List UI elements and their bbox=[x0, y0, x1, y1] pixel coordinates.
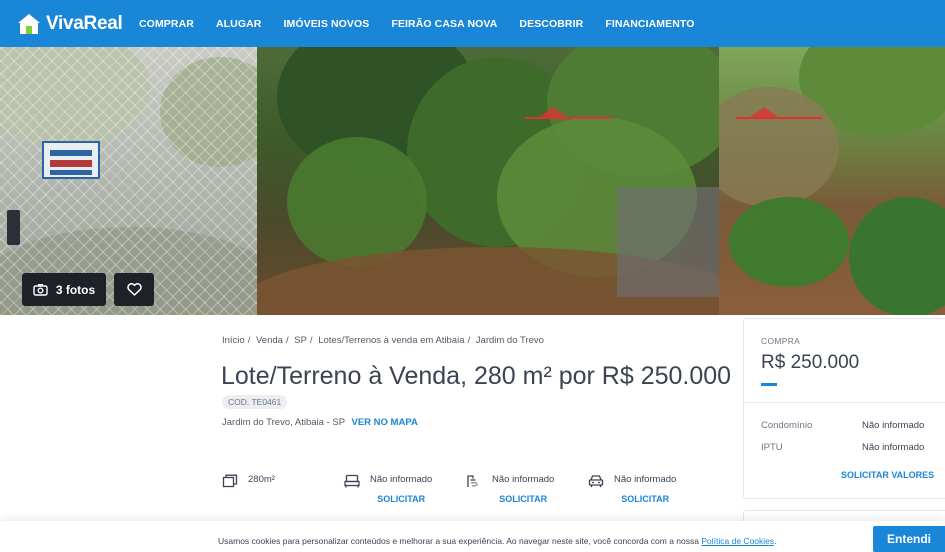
nav-descobrir[interactable]: DESCOBRIR bbox=[519, 18, 583, 30]
price-card-divider bbox=[744, 402, 945, 403]
feature-bedrooms: Não informado SOLICITAR bbox=[344, 474, 432, 505]
breadcrumb-inicio[interactable]: Início bbox=[222, 335, 245, 346]
watermark-logo bbox=[525, 107, 611, 139]
view-on-map-link[interactable]: VER NO MAPA bbox=[352, 417, 418, 428]
car-icon bbox=[588, 475, 604, 488]
listing-code-badge: COD. TE0461 bbox=[222, 395, 288, 409]
features-list: 280m² Não informado SOLICITAR Não inform… bbox=[222, 474, 702, 514]
request-bathrooms-link[interactable]: SOLICITAR bbox=[492, 493, 554, 505]
price-value: R$ 250.000 bbox=[761, 352, 860, 373]
feature-area: 280m² bbox=[222, 474, 275, 488]
gallery-prev-button[interactable] bbox=[7, 210, 20, 245]
photos-count-label: 3 fotos bbox=[55, 282, 96, 297]
breadcrumb-jardim-do-trevo[interactable]: Jardim do Trevo bbox=[476, 335, 544, 346]
nav-imoveis-novos[interactable]: IMÓVEIS NOVOS bbox=[283, 18, 369, 30]
location-text: Jardim do Trevo, Atibaia - SP bbox=[222, 417, 345, 428]
nav-comprar[interactable]: COMPRAR bbox=[139, 18, 194, 30]
nav-financiamento[interactable]: FINANCIAMENTO bbox=[605, 18, 694, 30]
cookie-banner: Usamos cookies para personalizar conteúd… bbox=[0, 521, 945, 552]
bed-icon bbox=[344, 474, 360, 488]
area-icon bbox=[222, 474, 238, 488]
nav-feirao-casa-nova[interactable]: FEIRÃO CASA NOVA bbox=[391, 18, 497, 30]
cookie-policy-link[interactable]: Política de Cookies bbox=[701, 536, 774, 546]
request-parking-link[interactable]: SOLICITAR bbox=[614, 493, 676, 505]
feature-parking-value: Não informado bbox=[614, 474, 677, 485]
cookie-text: Usamos cookies para personalizar conteúd… bbox=[218, 536, 699, 546]
accept-cookies-button[interactable]: Entendi bbox=[873, 526, 945, 552]
price-card: COMPRA R$ 250.000 Condomínio Não informa… bbox=[743, 318, 945, 499]
iptu-value: Não informado bbox=[862, 442, 925, 453]
nav-alugar[interactable]: ALUGAR bbox=[216, 18, 262, 30]
breadcrumb: Início / Venda / SP / Lotes/Terrenos à vend… bbox=[222, 335, 544, 346]
favorite-button[interactable] bbox=[114, 273, 154, 306]
feature-bathrooms: Não informado SOLICITAR bbox=[466, 474, 554, 505]
main-nav: COMPRAR ALUGAR IMÓVEIS NOVOS FEIRÃO CASA… bbox=[139, 0, 695, 47]
brand-name: VivaReal bbox=[46, 13, 123, 34]
listing-location: Jardim do Trevo, Atibaia - SP VER NO MAP… bbox=[222, 417, 418, 428]
vivareal-logo[interactable]: VivaReal bbox=[18, 13, 123, 35]
view-photos-button[interactable]: 3 fotos bbox=[22, 273, 106, 306]
for-sale-sign bbox=[42, 141, 100, 179]
price-accent-bar bbox=[761, 383, 777, 386]
breadcrumb-sp[interactable]: SP bbox=[294, 335, 307, 346]
price-type-label: COMPRA bbox=[761, 336, 801, 346]
gallery-photo-3[interactable] bbox=[719, 47, 945, 315]
feature-bedrooms-value: Não informado bbox=[370, 474, 433, 485]
heart-icon bbox=[126, 283, 142, 296]
breadcrumb-venda[interactable]: Venda bbox=[256, 335, 283, 346]
condo-fee-value: Não informado bbox=[862, 420, 925, 431]
feature-bathrooms-value: Não informado bbox=[492, 474, 555, 485]
watermark-logo bbox=[736, 107, 822, 139]
house-logo-icon bbox=[18, 14, 40, 34]
page-title: Lote/Terreno à Venda, 280 m² por R$ 250.… bbox=[221, 362, 732, 390]
iptu-label: IPTU bbox=[761, 442, 783, 453]
cookie-message: Usamos cookies para personalizar conteúd… bbox=[218, 536, 777, 546]
camera-icon bbox=[33, 284, 48, 296]
feature-area-value: 280m² bbox=[248, 474, 275, 485]
request-bedrooms-link[interactable]: SOLICITAR bbox=[370, 493, 432, 505]
request-values-link[interactable]: SOLICITAR VALORES bbox=[841, 470, 934, 480]
top-navigation-bar: VivaReal COMPRAR ALUGAR IMÓVEIS NOVOS FE… bbox=[0, 0, 945, 47]
breadcrumb-lotes-atibaia[interactable]: Lotes/Terrenos à venda em Atibaia bbox=[318, 335, 464, 346]
condo-fee-label: Condomínio bbox=[761, 420, 813, 431]
gallery-photo-2[interactable] bbox=[257, 47, 719, 315]
shower-icon bbox=[467, 475, 478, 487]
feature-parking: Não informado SOLICITAR bbox=[588, 474, 676, 505]
